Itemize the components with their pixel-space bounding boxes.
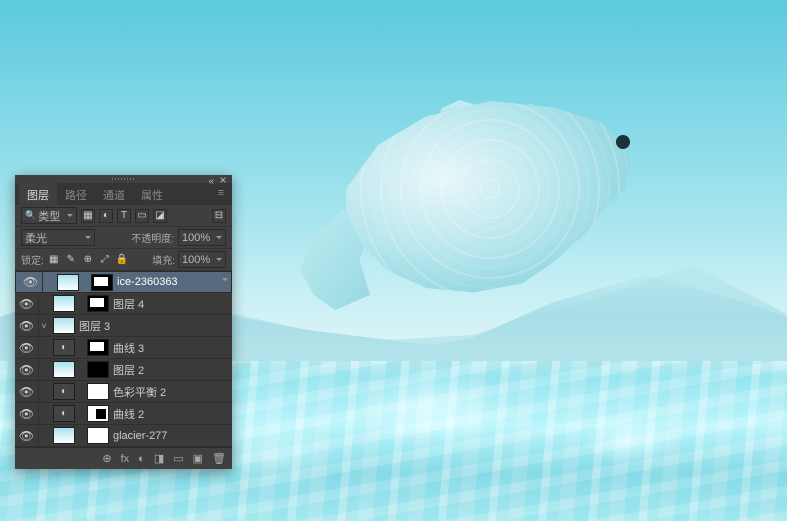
- blend-mode-select[interactable]: 柔光: [21, 229, 95, 246]
- layer-thumb-adj-icon[interactable]: ◐: [53, 405, 75, 422]
- layer-thumb-img-icon[interactable]: [53, 427, 75, 444]
- layer-thumb-adj-icon[interactable]: ◐: [53, 383, 75, 400]
- layer-thumb-img-icon[interactable]: [53, 317, 75, 334]
- panel-close-icon[interactable]: ×: [218, 176, 228, 186]
- search-icon: 🔍: [25, 210, 36, 221]
- artwork-fish-body: [330, 90, 650, 310]
- layer-link-icon[interactable]: [77, 409, 85, 419]
- fill-label: 填充:: [152, 252, 175, 267]
- filter-type-icon[interactable]: T: [117, 209, 131, 223]
- layer-thumb-img-icon[interactable]: [53, 295, 75, 312]
- layer-visibility-icon[interactable]: 👁: [15, 381, 39, 402]
- layer-thumbs: ◐: [53, 383, 109, 400]
- layer-filter-row: 🔍 类型 ▦ ◐ T ▭ ◪ ⊟: [15, 205, 232, 227]
- tab-layers[interactable]: 图层: [19, 183, 57, 205]
- layer-list: 👁ice-2360363👁图层 4👁˅图层 3👁◐曲线 3👁图层 2👁◐色彩平衡…: [15, 271, 232, 447]
- layer-expand-icon[interactable]: ˅: [39, 321, 49, 331]
- layer-name[interactable]: glacier-277: [113, 430, 167, 442]
- layer-link-icon[interactable]: [77, 387, 85, 397]
- layer-thumb-mask-inv-icon[interactable]: [87, 361, 109, 378]
- layer-row[interactable]: 👁 glacier-277: [15, 425, 232, 447]
- layer-thumb-mask-w-icon[interactable]: [87, 427, 109, 444]
- layer-thumbs: [53, 361, 109, 378]
- layer-row[interactable]: 👁 ◐ 曲线 3: [15, 337, 232, 359]
- panel-collapse-icon[interactable]: «: [208, 176, 214, 187]
- filter-toggle-switch[interactable]: ⊟: [212, 209, 226, 223]
- layer-name[interactable]: 曲线 3: [113, 340, 144, 356]
- filter-pixel-icon[interactable]: ▦: [81, 209, 95, 223]
- layer-name[interactable]: 图层 2: [113, 362, 144, 378]
- filter-adjust-icon[interactable]: ◐: [99, 209, 113, 223]
- lock-all-icon[interactable]: 🔒: [115, 253, 129, 267]
- opacity-input[interactable]: 100%: [178, 229, 226, 246]
- layer-name[interactable]: ice-2360363: [117, 276, 178, 288]
- panel-drag-handle[interactable]: « ×: [15, 175, 232, 183]
- filter-kind-label: 类型: [38, 208, 60, 224]
- fill-input[interactable]: 100%: [178, 251, 226, 268]
- tab-properties[interactable]: 属性: [133, 183, 171, 205]
- lock-artboard-icon[interactable]: ⤢: [98, 253, 112, 267]
- layer-name[interactable]: 图层 4: [113, 296, 144, 312]
- artwork-fish: [300, 90, 680, 330]
- layer-thumbs: [53, 427, 109, 444]
- new-layer-icon[interactable]: ▣: [193, 452, 203, 465]
- layer-thumbs: ◐: [53, 405, 109, 422]
- layer-thumbs: ◐: [53, 339, 109, 356]
- blend-row: 柔光 不透明度: 100%: [15, 227, 232, 249]
- layer-name[interactable]: 图层 3: [79, 318, 110, 334]
- layer-link-icon[interactable]: [77, 299, 85, 309]
- tab-channels[interactable]: 通道: [95, 183, 133, 205]
- layer-thumb-mask-icon[interactable]: [87, 339, 109, 356]
- layer-visibility-icon[interactable]: 👁: [15, 293, 39, 314]
- layer-thumb-mask-w-icon[interactable]: [87, 383, 109, 400]
- filter-smart-icon[interactable]: ◪: [153, 209, 167, 223]
- lock-pixels-icon[interactable]: ✎: [64, 253, 78, 267]
- lock-position-icon[interactable]: ⊕: [81, 253, 95, 267]
- link-layers-icon[interactable]: ⊕: [102, 452, 111, 465]
- layer-row[interactable]: 👁 ice-2360363: [15, 271, 232, 293]
- layer-thumb-mask-icon[interactable]: [87, 295, 109, 312]
- lock-row: 锁定: ▦ ✎ ⊕ ⤢ 🔒 填充: 100%: [15, 249, 232, 271]
- opacity-label: 不透明度:: [131, 230, 174, 245]
- filter-kind-select[interactable]: 🔍 类型: [21, 207, 77, 224]
- layer-visibility-icon[interactable]: 👁: [15, 359, 39, 380]
- add-mask-icon[interactable]: ◐: [138, 453, 145, 465]
- layer-row[interactable]: 👁 图层 4: [15, 293, 232, 315]
- layer-row[interactable]: 👁 ◐ 色彩平衡 2: [15, 381, 232, 403]
- layers-panel: « × 图层 路径 通道 属性 ≡ 🔍 类型 ▦ ◐ T ▭ ◪ ⊟ 柔光 不透…: [15, 175, 232, 469]
- layer-thumbs: [53, 317, 75, 334]
- tab-paths[interactable]: 路径: [57, 183, 95, 205]
- layer-thumb-mask-icon[interactable]: [91, 274, 113, 291]
- lock-label: 锁定:: [21, 252, 44, 267]
- layer-row[interactable]: 👁 ◐ 曲线 2: [15, 403, 232, 425]
- layer-visibility-icon[interactable]: 👁: [19, 272, 43, 292]
- layer-visibility-icon[interactable]: 👁: [15, 425, 39, 446]
- panel-tabs: 图层 路径 通道 属性 ≡: [15, 183, 232, 205]
- layer-name[interactable]: 曲线 2: [113, 406, 144, 422]
- delete-layer-icon[interactable]: 🗑: [212, 452, 226, 465]
- new-adjust-icon[interactable]: ◨: [154, 452, 164, 465]
- layer-link-icon[interactable]: [77, 365, 85, 375]
- layer-visibility-icon[interactable]: 👁: [15, 403, 39, 424]
- layer-link-icon[interactable]: [77, 343, 85, 353]
- layer-thumb-img-icon[interactable]: [53, 361, 75, 378]
- layer-thumbs: [57, 274, 113, 291]
- layer-link-icon[interactable]: [77, 431, 85, 441]
- layer-fx-icon[interactable]: fx: [121, 453, 130, 465]
- layer-visibility-icon[interactable]: 👁: [15, 337, 39, 358]
- layer-thumb-img-icon[interactable]: [57, 274, 79, 291]
- layer-row[interactable]: 👁 图层 2: [15, 359, 232, 381]
- layer-thumbs: [53, 295, 109, 312]
- layer-row[interactable]: 👁˅ 图层 3: [15, 315, 232, 337]
- filter-shape-icon[interactable]: ▭: [135, 209, 149, 223]
- artwork-fish-eye: [616, 135, 630, 149]
- layer-thumb-mask-w-inv-icon[interactable]: [87, 405, 109, 422]
- layer-thumb-adj-icon[interactable]: ◐: [53, 339, 75, 356]
- lock-transparent-icon[interactable]: ▦: [47, 253, 61, 267]
- layer-name[interactable]: 色彩平衡 2: [113, 384, 166, 400]
- new-group-icon[interactable]: ▭: [173, 452, 183, 465]
- panel-footer: ⊕ fx ◐ ◨ ▭ ▣ 🗑: [15, 447, 232, 469]
- layer-link-icon[interactable]: [81, 277, 89, 287]
- layer-visibility-icon[interactable]: 👁: [15, 315, 39, 336]
